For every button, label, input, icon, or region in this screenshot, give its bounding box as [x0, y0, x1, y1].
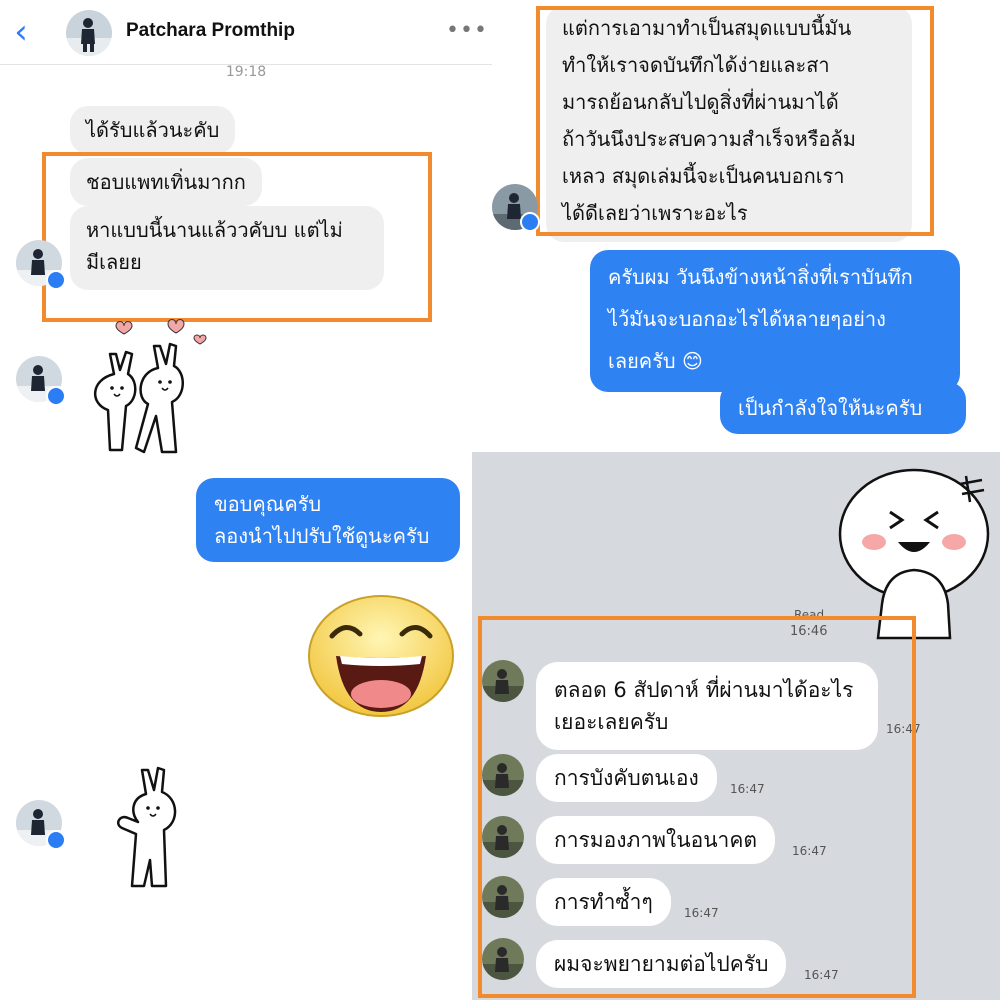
- message-text: ได้รับแล้วนะคับ: [86, 118, 220, 142]
- message-text: ไว้มันจะบอกอะไรได้หลายๆอย่าง: [608, 307, 886, 331]
- messenger-chat-panel-2: แต่การเอามาทำเป็นสมุดแบบนี้มัน ทำให้เราจ…: [492, 0, 1000, 452]
- rabbit-hug-sticker: [93, 342, 184, 454]
- sent-message-bubble: ขอบคุณครับ ลองนำไปปรับใช้ดูนะครับ: [196, 478, 460, 562]
- highlight-box: [536, 6, 934, 236]
- sent-message-bubble: เป็นกำลังใจให้นะครับ: [720, 382, 966, 434]
- messenger-badge-icon: [520, 212, 540, 232]
- chevron-left-icon[interactable]: ‹: [8, 14, 34, 50]
- chat-header: ‹ Patchara Promthip •••: [0, 0, 492, 65]
- messenger-badge-icon: [46, 270, 66, 290]
- message-text: ลองนำไปปรับใช้ดูนะครับ: [214, 524, 430, 548]
- rabbit-pose-sticker: [117, 766, 177, 888]
- message-bubble: ได้รับแล้วนะคับ: [70, 106, 236, 154]
- time-separator: 19:18: [225, 64, 267, 80]
- messenger-chat-panel: ‹ Patchara Promthip ••• 19:18 ได้รับแล้ว…: [0, 0, 492, 1000]
- message-text: ครับผม วันนึงข้างหน้าสิ่งที่เราบันทึก: [608, 265, 913, 289]
- highlight-box: [42, 152, 432, 322]
- message-text: ขอบคุณครับ: [214, 492, 322, 516]
- messenger-badge-icon: [46, 830, 66, 850]
- line-chat-panel: Read 16:46 ตลอด 6 สัปดาห์ ที่ผ่านมาได้อะ…: [472, 452, 1000, 1000]
- messenger-badge-icon: [46, 386, 66, 406]
- contact-name: Patchara Promthip: [126, 20, 295, 41]
- laughing-character-sticker: [838, 468, 990, 640]
- avatar[interactable]: [66, 10, 112, 56]
- laughing-face-icon: [308, 595, 454, 717]
- message-text: เป็นกำลังใจให้นะครับ: [738, 396, 923, 420]
- more-dots-icon[interactable]: •••: [446, 18, 488, 43]
- highlight-box: [478, 616, 916, 998]
- sent-message-bubble: ครับผม วันนึงข้างหน้าสิ่งที่เราบันทึก ไว…: [590, 250, 960, 392]
- message-text: เลยครับ 😊: [608, 349, 703, 373]
